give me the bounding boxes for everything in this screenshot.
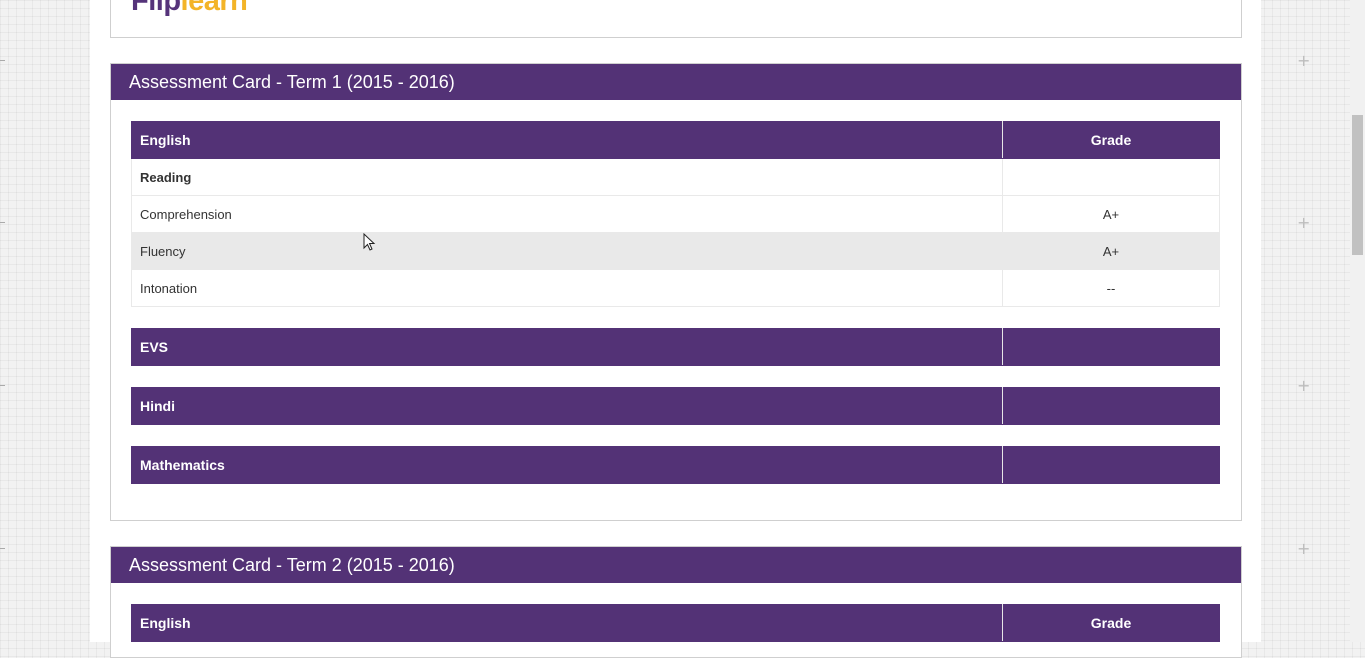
subject-name: English (131, 604, 1003, 642)
grade-column-header: Grade (1002, 121, 1220, 159)
skill-name: Comprehension (131, 195, 1003, 233)
grade-column-header: Grade (1002, 604, 1220, 642)
logo-panel: Fliplearn (110, 0, 1242, 38)
mouse-cursor-icon (363, 233, 376, 251)
table-row: Intonation -- (131, 269, 1220, 307)
card-title: Assessment Card - Term 1 (2015 - 2016) (111, 64, 1241, 100)
assessment-card-term1: Assessment Card - Term 1 (2015 - 2016) E… (110, 63, 1242, 521)
subject-table-english: English Grade (131, 604, 1220, 642)
grade-column-header (1002, 328, 1220, 366)
subject-name: English (131, 121, 1003, 159)
plus-icon: + (1297, 376, 1311, 395)
logo-learn-text: learn (180, 0, 248, 17)
skill-name: Intonation (131, 269, 1003, 307)
plus-icon: + (1297, 213, 1311, 232)
skill-grade (1002, 158, 1220, 196)
edge-tick (0, 385, 5, 386)
subject-table-evs: EVS (131, 328, 1220, 366)
skill-name: Reading (131, 158, 1003, 196)
edge-tick (0, 548, 5, 549)
skill-grade: A+ (1002, 232, 1220, 270)
grade-column-header (1002, 387, 1220, 425)
skill-name: Fluency (131, 232, 1003, 270)
table-row: Reading (131, 158, 1220, 196)
subject-name: EVS (131, 328, 1003, 366)
skill-grade: A+ (1002, 195, 1220, 233)
plus-icon: + (1297, 539, 1311, 558)
table-row: Comprehension A+ (131, 195, 1220, 233)
subject-header-row: English Grade (131, 604, 1220, 642)
plus-icon: + (1297, 51, 1311, 70)
skill-grade: -- (1002, 269, 1220, 307)
subject-header-row[interactable]: Hindi (131, 387, 1220, 425)
subject-name: Hindi (131, 387, 1003, 425)
edge-tick (0, 60, 5, 61)
vertical-scrollbar[interactable] (1350, 0, 1365, 642)
subject-table-mathematics: Mathematics (131, 446, 1220, 484)
assessment-card-term2: Assessment Card - Term 2 (2015 - 2016) E… (110, 546, 1242, 658)
subject-header-row: English Grade (131, 121, 1220, 159)
logo[interactable]: Fliplearn (131, 0, 248, 18)
grade-column-header (1002, 446, 1220, 484)
edge-tick (0, 222, 5, 223)
table-row: Fluency A+ (131, 232, 1220, 270)
scrollbar-thumb[interactable] (1352, 115, 1363, 255)
subject-table-english: English Grade Reading Comprehension A+ F… (131, 121, 1220, 307)
logo-flip-text: Flip (131, 0, 181, 17)
card-title: Assessment Card - Term 2 (2015 - 2016) (111, 547, 1241, 583)
subject-table-hindi: Hindi (131, 387, 1220, 425)
subject-name: Mathematics (131, 446, 1003, 484)
subject-header-row[interactable]: Mathematics (131, 446, 1220, 484)
subject-header-row[interactable]: EVS (131, 328, 1220, 366)
